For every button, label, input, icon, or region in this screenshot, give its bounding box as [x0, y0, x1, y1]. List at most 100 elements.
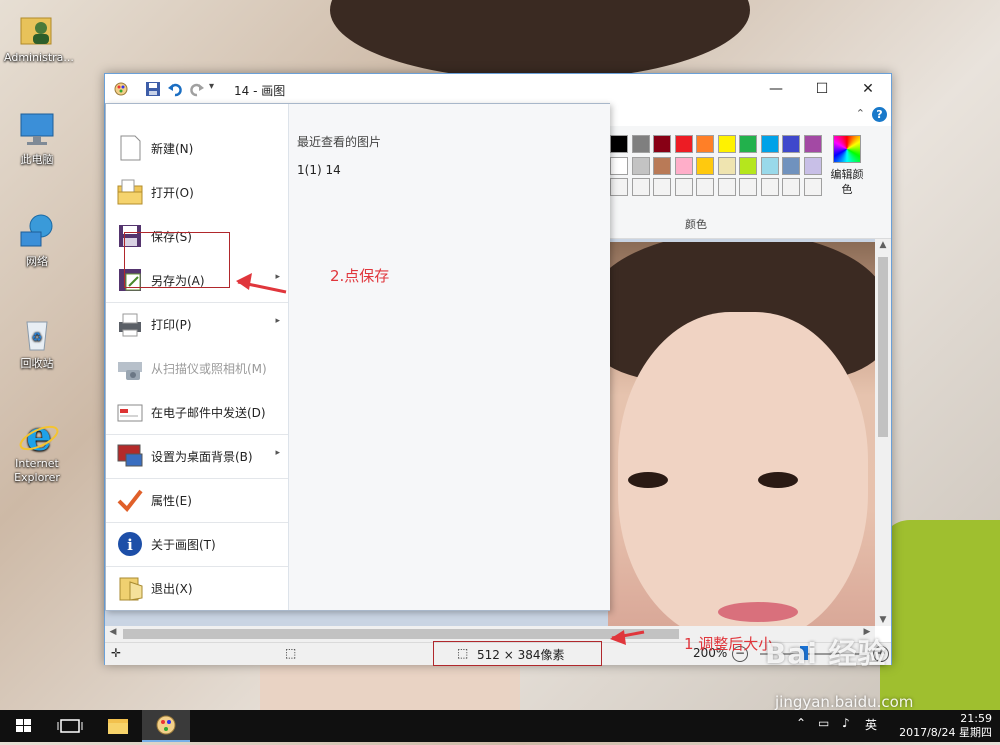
- color-swatch[interactable]: [803, 135, 822, 153]
- start-button[interactable]: [0, 710, 48, 742]
- task-view-button[interactable]: [46, 710, 94, 742]
- menu-item-properties[interactable]: 属性(E): [106, 478, 288, 522]
- color-swatch[interactable]: [739, 135, 757, 153]
- menu-item-from-scanner: 从扫描仪或照相机(M): [106, 346, 288, 390]
- scroll-down-icon[interactable]: ▼: [875, 615, 891, 625]
- window-title: 14 - 画图: [234, 84, 286, 98]
- paint-taskbar-button[interactable]: [142, 710, 190, 742]
- taskbar: ⌃ ▭ ♪ 英 21:59 2017/8/24 星期四: [0, 710, 1000, 742]
- tray-expand-icon[interactable]: ⌃: [796, 716, 806, 730]
- minimize-button[interactable]: —: [753, 74, 799, 104]
- file-explorer-button[interactable]: [94, 710, 142, 742]
- color-swatch[interactable]: [674, 178, 693, 196]
- color-swatch[interactable]: [717, 178, 736, 196]
- desktop-icon-network[interactable]: 网络: [4, 212, 70, 269]
- menu-item-print[interactable]: 打印(P) ▸: [106, 302, 288, 346]
- color-swatch[interactable]: [760, 156, 779, 175]
- help-icon[interactable]: ?: [872, 107, 887, 122]
- wallpaper-sweater: [880, 520, 1000, 720]
- color-swatch[interactable]: [782, 135, 800, 153]
- color-swatch[interactable]: [696, 178, 714, 196]
- svg-text:♻: ♻: [32, 330, 43, 344]
- svg-text:i: i: [127, 536, 133, 554]
- new-document-icon: [116, 134, 144, 162]
- ribbon-collapse-icon[interactable]: ⌃: [856, 107, 865, 120]
- color-swatch[interactable]: [631, 156, 650, 175]
- color-swatch[interactable]: [803, 178, 822, 196]
- color-swatch[interactable]: [653, 178, 671, 196]
- recent-picture-item[interactable]: 1(1) 14: [297, 163, 341, 177]
- color-swatch[interactable]: [717, 156, 736, 175]
- maximize-button[interactable]: ☐: [799, 74, 845, 104]
- menu-item-open[interactable]: 打开(O): [106, 170, 288, 214]
- color-swatch[interactable]: [739, 178, 757, 196]
- color-swatch[interactable]: [782, 178, 800, 196]
- close-button[interactable]: ✕: [845, 74, 891, 104]
- desktop-icon-recycle-bin[interactable]: ♻ 回收站: [4, 314, 70, 371]
- menu-item-send-email[interactable]: 在电子邮件中发送(D): [106, 390, 288, 434]
- customize-quick-access-icon[interactable]: ▾: [209, 81, 225, 97]
- color-swatch[interactable]: [803, 156, 822, 175]
- menu-item-new[interactable]: 新建(N): [106, 126, 288, 170]
- vertical-scroll-thumb[interactable]: [878, 257, 888, 437]
- undo-icon[interactable]: [167, 81, 183, 97]
- menu-item-label: 设置为桌面背景(B): [151, 450, 253, 464]
- menu-item-label: 打印(P): [151, 318, 192, 332]
- redo-icon[interactable]: [189, 81, 205, 97]
- desktop-icon-this-pc[interactable]: 此电脑: [4, 110, 70, 167]
- title-bar[interactable]: ▾ 14 - 画图 — ☐ ✕: [105, 74, 891, 104]
- color-swatch[interactable]: [760, 135, 779, 153]
- edit-colors-button[interactable]: 编辑颜色: [827, 135, 867, 197]
- color-swatch[interactable]: [674, 156, 693, 175]
- color-swatch[interactable]: [653, 156, 671, 175]
- menu-item-set-desktop-background[interactable]: 设置为桌面背景(B) ▸: [106, 434, 288, 478]
- color-swatch[interactable]: [696, 156, 714, 175]
- color-swatch[interactable]: [717, 135, 736, 153]
- color-swatch[interactable]: [653, 135, 671, 153]
- color-swatch[interactable]: [760, 178, 779, 196]
- clock-time: 21:59: [960, 712, 992, 725]
- network-tray-icon[interactable]: ▭: [818, 716, 829, 730]
- internet-explorer-icon: e: [17, 413, 59, 460]
- annotation-step2: 2.点保存: [330, 267, 390, 285]
- color-spectrum-icon: [833, 135, 861, 163]
- input-language-indicator[interactable]: 英: [865, 716, 877, 733]
- color-swatch[interactable]: [674, 135, 693, 153]
- image-face: [618, 312, 868, 626]
- wallpaper-hair: [330, 0, 750, 80]
- save-icon[interactable]: [145, 81, 161, 97]
- canvas-image[interactable]: [608, 242, 875, 626]
- color-swatch[interactable]: [782, 156, 800, 175]
- file-menu-commands: 新建(N) 打开(O) 保存(S) 另存为(A) ▸ 打印(P) ▸ 从扫描仪或…: [106, 104, 288, 610]
- color-swatch[interactable]: [631, 135, 650, 153]
- desktop-icon-administrator[interactable]: Administra...: [4, 8, 74, 65]
- color-swatch[interactable]: [631, 178, 650, 196]
- recent-pictures-panel: 最近查看的图片 1(1) 14: [288, 104, 610, 610]
- volume-icon[interactable]: ♪: [842, 716, 850, 730]
- horizontal-scroll-thumb[interactable]: [123, 629, 679, 639]
- desktop-icon-internet-explorer[interactable]: e Internet Explorer: [4, 413, 70, 485]
- edit-colors-label: 编辑颜色: [830, 168, 864, 196]
- desktop-icon-label: Internet Explorer: [14, 457, 60, 484]
- paint-app-icon[interactable]: [113, 81, 129, 97]
- color-swatch[interactable]: [610, 135, 628, 153]
- clock-date: 2017/8/24 星期四: [899, 726, 992, 739]
- menu-item-label: 属性(E): [151, 494, 192, 508]
- color-swatch[interactable]: [610, 178, 628, 196]
- cursor-position-icon: ✛: [111, 646, 122, 660]
- color-swatch[interactable]: [610, 156, 628, 175]
- scroll-left-icon[interactable]: ◀: [105, 627, 121, 637]
- taskbar-clock[interactable]: 21:59 2017/8/24 星期四: [899, 712, 992, 740]
- task-view-icon: [57, 719, 83, 733]
- desktop-icon-label: 回收站: [20, 357, 54, 370]
- recycle-bin-icon: ♻: [17, 314, 57, 354]
- scroll-up-icon[interactable]: ▲: [875, 240, 891, 250]
- submenu-arrow-icon: ▸: [275, 316, 280, 326]
- vertical-scrollbar[interactable]: ▲ ▼: [875, 239, 891, 626]
- recent-pictures-title: 最近查看的图片: [297, 135, 382, 149]
- color-swatch[interactable]: [739, 156, 757, 175]
- color-swatch[interactable]: [696, 135, 714, 153]
- menu-item-exit[interactable]: 退出(X): [106, 566, 288, 610]
- checkmark-icon: [116, 486, 144, 514]
- menu-item-about-paint[interactable]: i 关于画图(T): [106, 522, 288, 566]
